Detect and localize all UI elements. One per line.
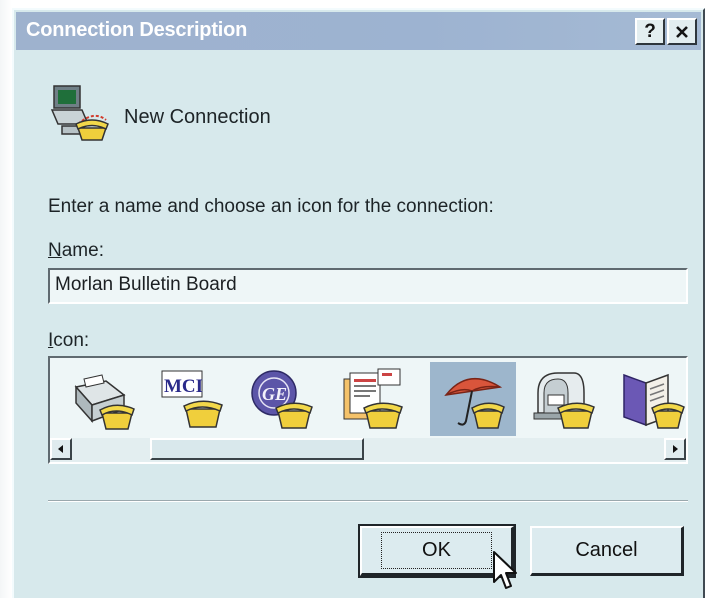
window-title: Connection Description — [26, 19, 248, 41]
ge-phone-icon: GE — [251, 370, 313, 429]
ge-logo-text: GE — [262, 384, 287, 404]
arrow-left-icon — [58, 445, 63, 453]
icon-option-mci[interactable]: MCI — [150, 362, 236, 436]
mailbox-phone-icon — [533, 372, 595, 429]
separator-line — [48, 500, 688, 502]
icon-option-umbrella[interactable] — [430, 362, 516, 436]
fax-phone-icon — [74, 374, 135, 430]
icon-option-documents[interactable] — [330, 362, 416, 436]
mci-logo-text: MCI — [164, 376, 203, 397]
scroll-right-button[interactable] — [664, 438, 686, 460]
name-label-accelerator: N — [48, 240, 62, 261]
ok-button-label: OK — [381, 532, 492, 569]
documents-phone-icon — [343, 368, 403, 429]
instruction-text: Enter a name and choose an icon for the … — [48, 196, 494, 217]
arrow-right-icon — [673, 445, 678, 453]
mci-phone-icon: MCI — [161, 370, 223, 428]
icon-label-text: con: — [53, 330, 90, 351]
connection-description-dialog: Connection Description ? New Connection … — [12, 8, 705, 598]
cancel-button[interactable]: Cancel — [530, 526, 684, 576]
close-icon — [676, 25, 688, 38]
connection-name: New Connection — [124, 106, 271, 128]
ok-button[interactable]: OK — [358, 524, 516, 578]
scroll-left-button[interactable] — [50, 438, 72, 460]
icon-option-mailbox[interactable] — [520, 362, 606, 436]
name-label-text: ame: — [61, 240, 104, 261]
icon-option-fax[interactable] — [60, 362, 146, 436]
phone-computer-icon — [50, 85, 109, 141]
icon-option-ge[interactable]: GE — [240, 362, 326, 436]
help-button[interactable]: ? — [635, 18, 665, 45]
name-field[interactable]: Morlan Bulletin Board — [48, 268, 688, 304]
book-phone-icon — [623, 373, 685, 429]
icon-picker[interactable]: MCI GE — [48, 356, 688, 464]
mouse-pointer-icon — [493, 551, 517, 589]
icon-option-book[interactable] — [608, 362, 686, 436]
scrollbar-thumb[interactable] — [150, 438, 364, 460]
icon-label: Icon: — [48, 330, 89, 352]
title-bar[interactable]: Connection Description ? — [16, 12, 701, 50]
close-button[interactable] — [667, 18, 697, 45]
umbrella-phone-icon — [444, 377, 505, 429]
name-label: Name: — [48, 240, 104, 262]
horizontal-scrollbar[interactable] — [50, 438, 686, 462]
